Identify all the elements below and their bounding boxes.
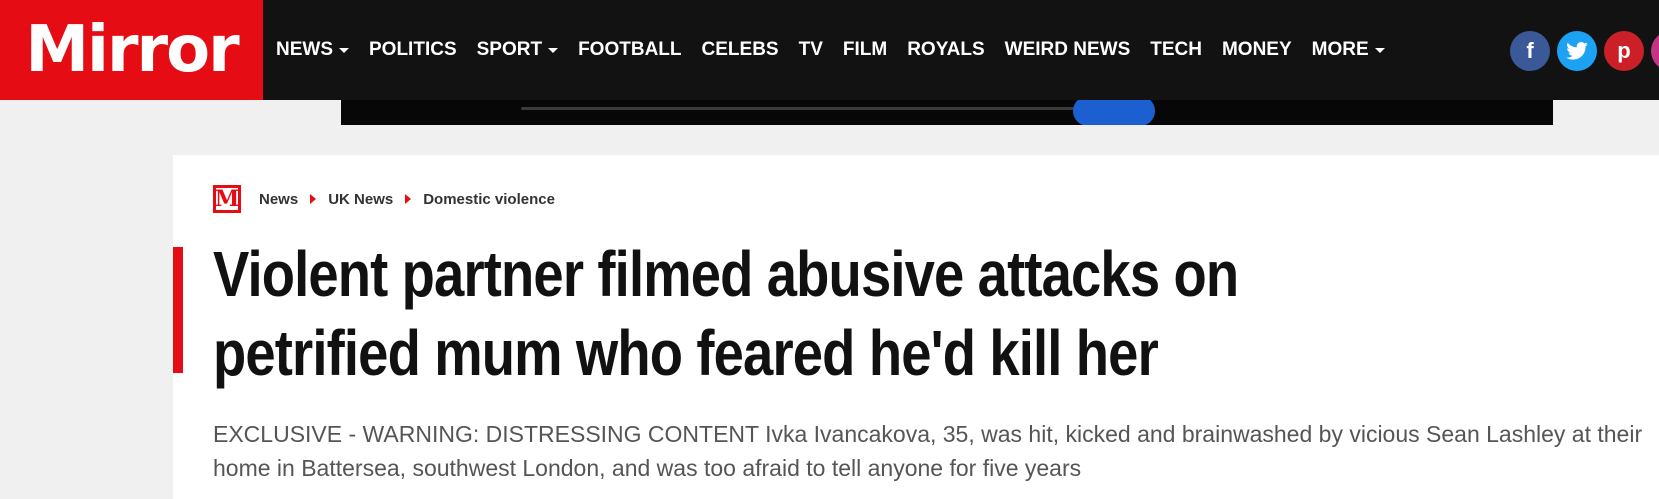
nav-item-news[interactable]: NEWS <box>276 39 349 61</box>
top-navigation-bar: Mirror NEWS POLITICS SPORT FOOTBALL CELE… <box>0 0 1659 100</box>
headline-accent-bar <box>173 247 183 373</box>
mirror-m-icon[interactable]: M <box>213 185 241 213</box>
nav-item-tech[interactable]: TECH <box>1150 39 1202 61</box>
nav-item-royals[interactable]: ROYALS <box>907 39 984 61</box>
nav-item-money[interactable]: MONEY <box>1222 39 1292 61</box>
nav-item-label: ROYALS <box>907 39 985 60</box>
nav-item-label: NEWS <box>276 39 333 60</box>
nav-item-politics[interactable]: POLITICS <box>369 39 457 61</box>
nav-item-tv[interactable]: TV <box>799 39 823 61</box>
breadcrumb-news[interactable]: News <box>259 191 298 208</box>
nav-item-label: CELEBS <box>701 39 779 60</box>
twitter-icon[interactable] <box>1557 31 1597 71</box>
nav-item-label: MONEY <box>1221 39 1292 60</box>
nav-item-weird-news[interactable]: WEIRD NEWS <box>1005 39 1131 61</box>
nav-item-label: POLITICS <box>369 39 457 60</box>
chevron-right-icon <box>405 194 412 204</box>
pinterest-icon[interactable]: p <box>1604 31 1644 71</box>
chevron-down-icon <box>1374 47 1385 53</box>
nav-item-celebs[interactable]: CELEBS <box>702 39 779 61</box>
mirror-logo[interactable]: Mirror <box>0 0 263 100</box>
nav-item-more[interactable]: MORE <box>1312 39 1385 61</box>
advertisement-banner[interactable] <box>341 100 1553 125</box>
article-header: M News UK News Domestic violence Violent… <box>173 155 1659 499</box>
breadcrumb: M News UK News Domestic violence <box>213 185 555 213</box>
main-nav: NEWS POLITICS SPORT FOOTBALL CELEBS TV F… <box>276 0 1405 100</box>
facebook-icon[interactable]: f <box>1510 31 1550 71</box>
nav-item-label: WEIRD NEWS <box>1004 39 1131 60</box>
nav-item-football[interactable]: FOOTBALL <box>578 39 681 61</box>
nav-item-label: TECH <box>1150 39 1202 60</box>
chevron-right-icon <box>310 194 317 204</box>
chevron-down-icon <box>339 47 349 53</box>
social-links: f p <box>1510 31 1659 71</box>
nav-item-film[interactable]: FILM <box>843 39 887 61</box>
instagram-icon[interactable] <box>1651 31 1659 71</box>
nav-item-label: FILM <box>842 39 888 60</box>
chevron-down-icon <box>548 47 559 53</box>
nav-item-label: MORE <box>1311 39 1369 60</box>
nav-item-label: SPORT <box>476 39 543 60</box>
nav-item-label: FOOTBALL <box>578 39 682 60</box>
nav-item-sport[interactable]: SPORT <box>476 39 559 61</box>
breadcrumb-domestic-violence[interactable]: Domestic violence <box>423 191 555 208</box>
nav-item-label: TV <box>798 39 823 60</box>
breadcrumb-uk-news[interactable]: UK News <box>328 191 393 208</box>
article-standfirst: EXCLUSIVE - WARNING: DISTRESSING CONTENT… <box>213 421 1643 481</box>
page-title: Violent partner filmed abusive attacks o… <box>213 238 1239 389</box>
